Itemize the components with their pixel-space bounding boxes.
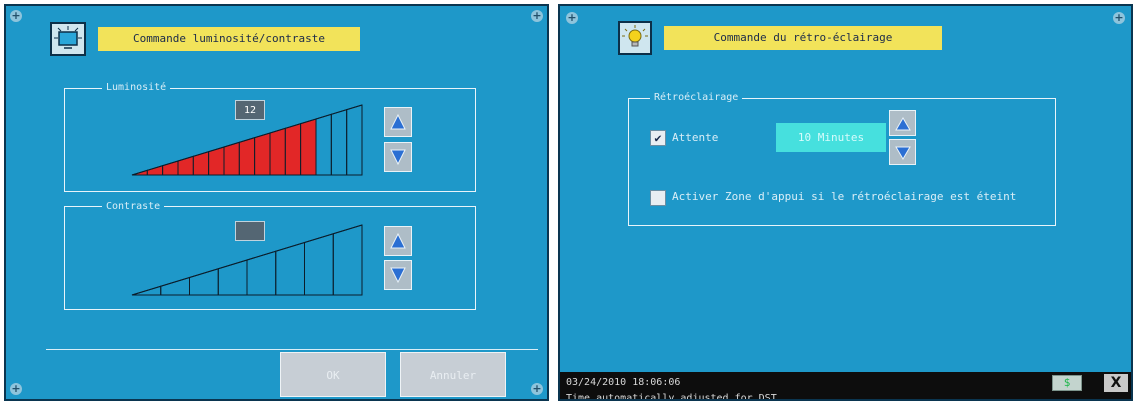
ramp-step — [332, 224, 363, 296]
brightness-legend: Luminosité — [102, 82, 171, 94]
brightness-contrast-dialog: + + + + Commande luminosité/contraste Lu… — [4, 4, 549, 401]
monitor-settings-icon — [50, 22, 86, 56]
ramp-step — [330, 108, 348, 176]
cancel-button[interactable]: Annuler — [400, 352, 506, 397]
wait-checkbox[interactable]: ✔ — [650, 130, 666, 146]
up-arrow-icon — [894, 117, 911, 131]
ramp-step — [315, 113, 332, 176]
corner-marker-icon: + — [566, 11, 578, 24]
close-button[interactable]: X — [1104, 374, 1128, 392]
ramp-step — [284, 122, 302, 176]
wait-time-select[interactable]: 10 Minutes — [776, 123, 886, 152]
lightbulb-icon — [618, 21, 652, 55]
brightness-down-button[interactable] — [384, 142, 412, 172]
activate-zone-label: Activer Zone d'appui si le rétroéclairag… — [672, 190, 1017, 203]
backlight-legend: Rétroéclairage — [650, 92, 743, 104]
ramp-step — [269, 127, 286, 176]
ramp-step — [223, 141, 240, 176]
ramp-step — [304, 233, 334, 296]
contrast-up-button[interactable] — [384, 226, 412, 256]
ramp-step — [217, 259, 248, 296]
ramp-step — [246, 250, 277, 296]
footer-divider — [46, 349, 538, 350]
contrast-down-button[interactable] — [384, 260, 412, 290]
corner-marker-icon: + — [531, 9, 543, 22]
backlight-dialog: + + Commande du rétro-éclairage Rétroécl… — [558, 4, 1133, 401]
activate-zone-checkbox[interactable] — [650, 190, 666, 206]
ramp-step — [160, 276, 190, 296]
ramp-step — [238, 136, 256, 176]
wait-time-up-button[interactable] — [889, 110, 916, 136]
down-arrow-icon — [894, 146, 911, 160]
brightness-level-ramp[interactable] — [130, 104, 364, 176]
corner-marker-icon: + — [1113, 11, 1125, 24]
dialog-title: Commande luminosité/contraste — [98, 27, 360, 51]
down-arrow-icon — [390, 267, 406, 283]
ok-button[interactable]: OK — [280, 352, 386, 397]
wait-label: Attente — [672, 131, 719, 144]
corner-marker-icon: + — [10, 382, 22, 395]
status-datetime: 03/24/2010 18:06:06 — [566, 377, 681, 388]
ramp-step — [300, 118, 317, 176]
backlight-group — [628, 98, 1056, 226]
status-message: Time automatically adjusted for DST. — [566, 393, 783, 401]
corner-marker-icon: + — [531, 382, 543, 395]
dialog-title: Commande du rétro-éclairage — [664, 26, 942, 50]
up-arrow-icon — [390, 114, 406, 130]
up-arrow-icon — [390, 233, 406, 249]
ramp-step — [146, 164, 164, 176]
dollar-indicator-icon[interactable]: $ — [1052, 375, 1082, 391]
contrast-level-ramp[interactable] — [130, 224, 364, 296]
down-arrow-icon — [390, 149, 406, 165]
ramp-step — [254, 132, 271, 176]
contrast-legend: Contraste — [102, 201, 165, 213]
ramp-step — [346, 104, 363, 176]
brightness-up-button[interactable] — [384, 107, 412, 137]
corner-marker-icon: + — [10, 9, 22, 22]
wait-time-down-button[interactable] — [889, 139, 916, 165]
